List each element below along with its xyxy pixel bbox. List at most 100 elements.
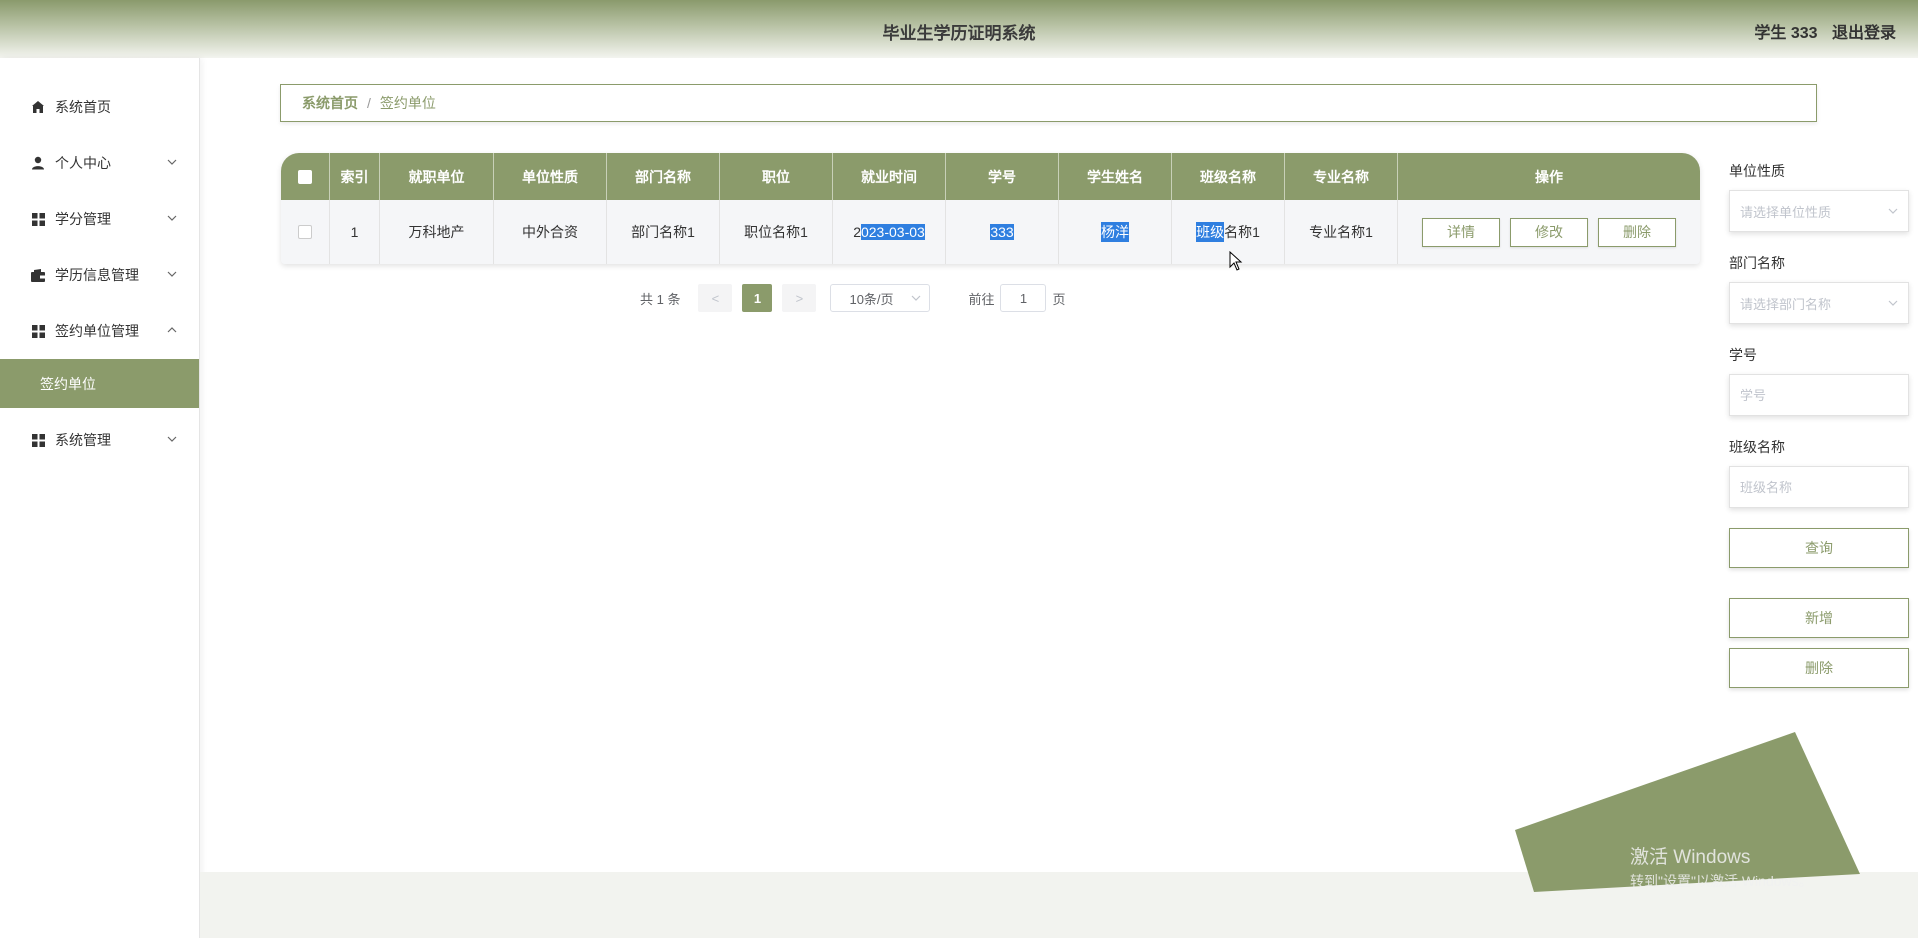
user-area: 学生 333 退出登录: [1744, 19, 1896, 43]
column-header: 就职单位: [380, 153, 494, 200]
add-button[interactable]: 新增: [1729, 598, 1909, 638]
row-select-cell: [281, 200, 330, 264]
cell-company: 万科地产: [380, 200, 494, 264]
delete-row-button[interactable]: 删除: [1598, 217, 1676, 247]
filter-label-unit-nature: 单位性质: [1729, 163, 1785, 179]
column-header: 单位性质: [494, 153, 607, 200]
wallet-icon: [30, 267, 46, 283]
chevron-down-icon: [167, 436, 177, 442]
chevron-down-icon: [1888, 300, 1898, 306]
sidebar-item-personal-center[interactable]: 个人中心: [0, 135, 199, 191]
grid-icon: [30, 323, 46, 339]
filter-label-department: 部门名称: [1729, 255, 1785, 271]
app-title: 毕业生学历证明系统: [882, 24, 1036, 43]
detail-button[interactable]: 详情: [1422, 217, 1500, 247]
goto-page-input[interactable]: [1000, 284, 1047, 312]
cell-major: 专业名称1: [1285, 200, 1398, 264]
cell-student-name: 杨洋: [1059, 200, 1172, 264]
watermark-line-1: 激活 Windows: [1630, 847, 1751, 868]
sidebar-item-label: 个人中心: [55, 155, 111, 171]
sidebar-item-label: 学分管理: [55, 211, 111, 227]
cell-student-no: 333: [946, 200, 1059, 264]
column-header: 索引: [330, 153, 380, 200]
filter-label-student-no: 学号: [1729, 347, 1757, 363]
sidebar-item-system-management[interactable]: 系统管理: [0, 412, 199, 468]
cell-actions: 详情 修改 删除: [1398, 200, 1700, 264]
pagination: 共 1 条 < 1 > 10条/页 前往 页: [640, 284, 1066, 312]
home-icon: [30, 99, 46, 115]
grid-icon: [30, 211, 46, 227]
select-all-checkbox[interactable]: [298, 169, 312, 184]
row-checkbox[interactable]: [298, 225, 312, 239]
query-button[interactable]: 查询: [1729, 528, 1909, 568]
column-header: 学号: [946, 153, 1059, 200]
breadcrumb-separator: /: [367, 95, 371, 111]
logout-link[interactable]: 退出登录: [1832, 25, 1896, 42]
sidebar: 系统首页 个人中心 学分管理 学历信息管理 签约单位管理 签约单位 系统管理: [0, 58, 200, 938]
column-header: 操作: [1535, 169, 1563, 186]
page-number-current[interactable]: 1: [742, 284, 773, 312]
sidebar-item-label: 签约单位管理: [55, 323, 139, 339]
chevron-down-icon: [1888, 208, 1898, 214]
goto-suffix: 页: [1052, 291, 1066, 307]
class-name-input[interactable]: [1740, 479, 1898, 495]
student-no-text: 333: [990, 224, 1014, 240]
sidebar-item-home[interactable]: 系统首页: [0, 79, 199, 135]
department-select[interactable]: 请选择部门名称: [1729, 282, 1909, 324]
column-header: 学生姓名: [1059, 153, 1172, 200]
cell-employment-date: 2 023-03-03: [833, 200, 946, 264]
table-header: 索引 就职单位 单位性质 部门名称 职位 就业时间 学号 学生姓名 班级名称 专…: [281, 153, 1700, 200]
filter-label-class-name: 班级名称: [1729, 439, 1785, 455]
student-name-text: 杨洋: [1101, 222, 1129, 242]
goto-label: 前往: [968, 291, 995, 307]
sidebar-item-label: 学历信息管理: [55, 267, 139, 283]
current-user-label: 学生 333: [1754, 25, 1818, 42]
column-header: 就业时间: [833, 153, 946, 200]
unit-nature-placeholder: 请选择单位性质: [1740, 204, 1832, 220]
chevron-down-icon: [167, 159, 177, 165]
sidebar-item-credit-management[interactable]: 学分管理: [0, 191, 199, 247]
mouse-cursor-icon: [1229, 251, 1243, 271]
prev-page-button[interactable]: <: [698, 284, 733, 312]
batch-delete-button[interactable]: 删除: [1729, 648, 1909, 688]
sidebar-subitem-signing-unit[interactable]: 签约单位: [0, 359, 199, 408]
cell-index: 1: [330, 200, 380, 264]
top-header: 毕业生学历证明系统 学生 333 退出登录: [0, 0, 1918, 58]
cell-nature: 中外合资: [494, 200, 607, 264]
sidebar-item-signing-unit-management[interactable]: 签约单位管理: [0, 303, 199, 359]
select-all-cell: [281, 153, 330, 200]
chevron-down-icon: [167, 271, 177, 277]
next-page-button[interactable]: >: [782, 284, 817, 312]
breadcrumb-current: 签约单位: [379, 95, 436, 111]
class-name-field[interactable]: [1729, 466, 1909, 508]
filter-panel: 单位性质 请选择单位性质 部门名称 请选择部门名称 学号 班级名称 查询 新增 …: [1729, 160, 1911, 688]
class-name-rest: 名称1: [1224, 224, 1260, 240]
unit-nature-select[interactable]: 请选择单位性质: [1729, 190, 1909, 232]
chevron-down-icon: [912, 295, 921, 301]
page-size-select[interactable]: 10条/页: [830, 284, 931, 312]
breadcrumb-home-link[interactable]: 系统首页: [302, 93, 358, 113]
grid-icon: [30, 432, 46, 448]
column-header: 职位: [720, 153, 833, 200]
sidebar-item-label: 系统首页: [55, 99, 111, 115]
data-table: 索引 就职单位 单位性质 部门名称 职位 就业时间 学号 学生姓名 班级名称 专…: [281, 153, 1700, 264]
date-first-char: 2: [853, 224, 861, 240]
student-no-input[interactable]: [1740, 387, 1898, 403]
windows-activation-watermark: 激活 Windows 转到"设置"以激活 Windows。: [1630, 842, 1813, 891]
page-size-value: 10条/页: [849, 291, 894, 307]
breadcrumb: 系统首页 / 签约单位: [280, 84, 1817, 122]
chevron-up-icon: [167, 327, 177, 333]
department-placeholder: 请选择部门名称: [1740, 296, 1832, 312]
column-header: 部门名称: [607, 153, 720, 200]
pagination-total: 共 1 条: [640, 291, 681, 307]
watermark-line-2: 转到"设置"以激活 Windows。: [1630, 873, 1813, 889]
column-header: 专业名称: [1285, 153, 1398, 200]
user-icon: [30, 155, 46, 171]
column-header: 班级名称: [1172, 153, 1285, 200]
student-no-field[interactable]: [1729, 374, 1909, 416]
chevron-down-icon: [167, 215, 177, 221]
sidebar-item-education-info-management[interactable]: 学历信息管理: [0, 247, 199, 303]
edit-button[interactable]: 修改: [1510, 217, 1588, 247]
table-row[interactable]: 1 万科地产 中外合资 部门名称1 职位名称1 2 023-03-03 333 杨…: [281, 200, 1700, 264]
page-jumper: 前往 页: [968, 284, 1066, 312]
